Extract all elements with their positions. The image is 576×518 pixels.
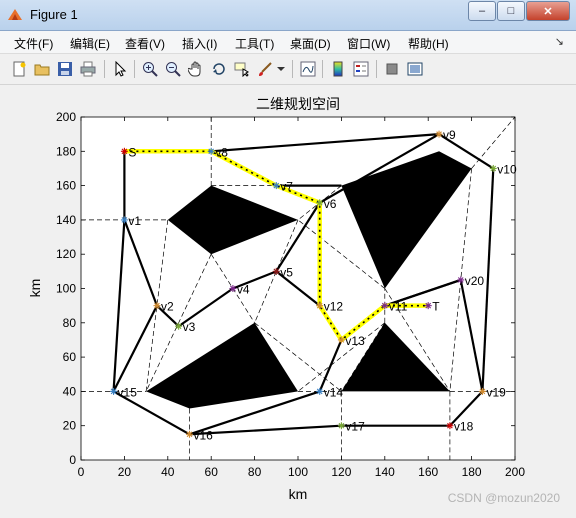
y-tick-label: 20 [63, 419, 77, 433]
node-label: v19 [486, 385, 506, 399]
node-label: v7 [280, 180, 293, 194]
node-label: v15 [118, 385, 138, 399]
toolbar-separator [104, 60, 105, 78]
x-tick-label: 20 [118, 465, 132, 479]
menu-view[interactable]: 查看(V) [125, 35, 165, 52]
y-tick-label: 60 [63, 350, 77, 364]
save-icon[interactable] [55, 59, 75, 79]
node-label: v13 [345, 334, 365, 348]
x-tick-label: 200 [505, 465, 525, 479]
node-label: v16 [194, 428, 214, 442]
toolbar-separator [322, 60, 323, 78]
hide-plot-tools-icon[interactable] [382, 59, 402, 79]
x-tick-label: 60 [205, 465, 219, 479]
node-label: v11 [389, 300, 408, 314]
menu-edit[interactable]: 编辑(E) [70, 35, 110, 52]
toolbar-separator [134, 60, 135, 78]
maximize-button[interactable]: □ [497, 1, 525, 21]
chart-svg: Sv1 v2 v3 v4 v5 v6 v7 v8 v9 v10 v11 v12 v13 v14 v15 v16… [0, 85, 576, 513]
y-tick-label: 160 [56, 179, 76, 193]
node-label: v3 [183, 320, 196, 334]
y-tick-label: 200 [56, 110, 76, 124]
toolbar-separator [376, 60, 377, 78]
menubar: 文件(F) 编辑(E) 查看(V) 插入(I) 工具(T) 桌面(D) 窗口(W… [0, 31, 576, 54]
node-label: v12 [324, 300, 344, 314]
chart-title: 二维规划空间 [256, 97, 340, 113]
x-tick-label: 140 [375, 465, 395, 479]
link-plot-icon[interactable] [298, 59, 318, 79]
figure-canvas: Sv1 v2 v3 v4 v5 v6 v7 v8 v9 v10 v11 v12 v13 v14 v15 v16… [0, 85, 576, 513]
x-tick-label: 80 [248, 465, 262, 479]
open-file-icon[interactable] [32, 59, 52, 79]
node-label: S [128, 145, 136, 159]
pan-hand-icon[interactable] [186, 59, 206, 79]
menu-tools[interactable]: 工具(T) [235, 35, 274, 52]
node-label: v4 [237, 283, 250, 297]
figure-toolbar [0, 54, 576, 85]
y-axis-label: km [27, 279, 43, 298]
y-tick-label: 140 [56, 213, 76, 227]
zoom-in-icon[interactable] [140, 59, 160, 79]
node-label: v1 [128, 214, 141, 228]
y-tick-label: 180 [56, 144, 76, 158]
x-tick-label: 40 [161, 465, 175, 479]
menubar-dock-icon[interactable]: ↘ [555, 35, 564, 48]
x-tick-label: 0 [78, 465, 85, 479]
y-tick-label: 0 [69, 453, 76, 467]
show-plot-tools-icon[interactable] [405, 59, 425, 79]
zoom-out-icon[interactable] [163, 59, 183, 79]
menu-file[interactable]: 文件(F) [14, 35, 53, 52]
x-axis-label: km [289, 486, 308, 502]
brush-icon[interactable] [255, 59, 275, 79]
y-tick-label: 120 [56, 247, 76, 261]
node-marker [120, 147, 128, 155]
brush-dropdown-icon[interactable] [276, 59, 286, 79]
minimize-button[interactable]: – [468, 1, 496, 21]
node-label: v9 [443, 128, 456, 142]
node-marker [120, 216, 128, 224]
insert-colorbar-icon[interactable] [328, 59, 348, 79]
node-marker [207, 147, 215, 155]
menu-desktop[interactable]: 桌面(D) [290, 35, 331, 52]
print-icon[interactable] [78, 59, 98, 79]
insert-legend-icon[interactable] [351, 59, 371, 79]
node-label: v18 [454, 420, 474, 434]
y-tick-label: 80 [63, 316, 77, 330]
matlab-figure-icon [8, 9, 22, 20]
node-label: v14 [324, 385, 344, 399]
x-tick-label: 180 [462, 465, 482, 479]
y-tick-label: 100 [56, 282, 76, 296]
node-label: v10 [497, 162, 517, 176]
node-label: v8 [215, 145, 228, 159]
node-label: T [432, 300, 440, 314]
x-tick-label: 100 [288, 465, 308, 479]
y-tick-label: 40 [63, 384, 77, 398]
close-button[interactable]: ✕ [526, 1, 570, 21]
node-label: v17 [345, 420, 365, 434]
window-titlebar: Figure 1 – □ ✕ [0, 0, 576, 31]
node-label: v6 [324, 197, 337, 211]
x-tick-label: 120 [331, 465, 351, 479]
menu-window[interactable]: 窗口(W) [347, 35, 390, 52]
menu-insert[interactable]: 插入(I) [182, 35, 217, 52]
toolbar-separator [292, 60, 293, 78]
new-figure-icon[interactable] [9, 59, 29, 79]
watermark: CSDN @mozun2020 [447, 491, 560, 505]
node-label: v20 [465, 274, 485, 288]
rotate-3d-icon[interactable] [209, 59, 229, 79]
x-tick-label: 160 [418, 465, 438, 479]
node-label: v5 [280, 265, 293, 279]
data-cursor-icon[interactable] [232, 59, 252, 79]
menu-help[interactable]: 帮助(H) [408, 35, 449, 52]
window-title: Figure 1 [30, 7, 78, 22]
node-label: v2 [161, 300, 174, 314]
select-arrow-icon[interactable] [110, 59, 130, 79]
